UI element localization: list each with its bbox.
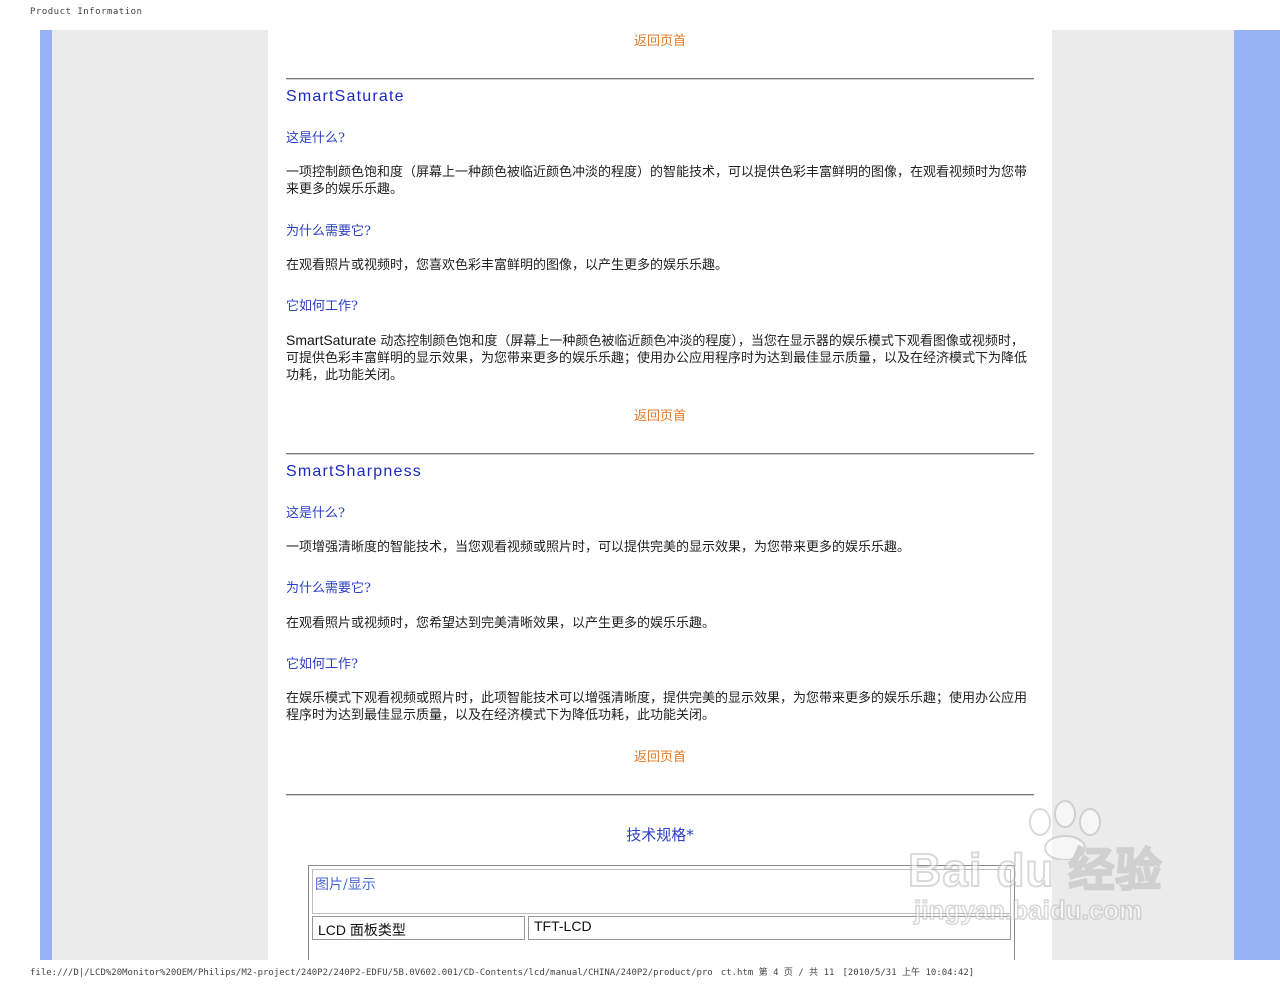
question-how: 它如何工作?: [286, 299, 358, 314]
answer-why: 在观看照片或视频时，您希望达到完美清晰效果，以产生更多的娱乐乐趣。: [286, 616, 716, 631]
specs-table: 图片/显示 LCD 面板类型 TFT-LCD: [308, 865, 1015, 960]
footer-page: ct.htm 第 4 页 / 共 11: [720, 968, 835, 978]
print-footer: file:///D|/LCD%20Monitor%20OEM/Philips/M…: [30, 965, 982, 978]
spec-row-label: LCD 面板类型: [312, 916, 525, 940]
print-header: Product Information: [30, 7, 143, 17]
left-blue-bar: [40, 30, 52, 960]
answer-how-term: SmartSaturate: [286, 332, 377, 348]
specs-group-header: 图片/显示: [312, 869, 1011, 914]
footer-path: file:///D|/LCD%20Monitor%20OEM/Philips/M…: [30, 968, 713, 978]
section-divider: [286, 794, 1034, 796]
question-how: 它如何工作?: [286, 657, 358, 672]
section-divider: [286, 78, 1034, 80]
specs-title: 技术规格*: [626, 826, 694, 844]
question-what: 这是什么?: [286, 131, 345, 146]
spec-row-value: TFT-LCD: [528, 916, 1011, 940]
answer-what: 一项增强清晰度的智能技术，当您观看视频或照片时，可以提供完美的显示效果，为您带来…: [286, 540, 911, 555]
section-title-smartsaturate: SmartSaturate: [286, 88, 405, 105]
answer-how: 在娱乐模式下观看视频或照片时，此项智能技术可以增强清晰度，提供完美的显示效果，为…: [286, 691, 1028, 723]
question-what: 这是什么?: [286, 506, 345, 521]
section-title-smartsharpness: SmartSharpness: [286, 463, 422, 480]
answer-what: 一项控制颜色饱和度（屏幕上一种颜色被临近颜色冲淡的程度）的智能技术，可以提供色彩…: [286, 165, 1028, 197]
document-content: 返回页首 SmartSaturate 这是什么? 一项控制颜色饱和度（屏幕上一种…: [268, 30, 1052, 960]
question-why: 为什么需要它?: [286, 581, 371, 596]
footer-timestamp: [2010/5/31 上午 10:04:42]: [842, 968, 975, 978]
right-blue-bar: [1234, 30, 1280, 960]
answer-how: SmartSaturate 动态控制颜色饱和度（屏幕上一种颜色被临近颜色冲淡的程…: [286, 332, 1034, 384]
right-gray-margin: [1052, 30, 1234, 960]
answer-how-text: 动态控制颜色饱和度（屏幕上一种颜色被临近颜色冲淡的程度），当您在显示器的娱乐模式…: [286, 334, 1028, 383]
left-gray-margin: [52, 30, 268, 960]
return-to-top-link[interactable]: 返回页首: [286, 405, 1034, 424]
return-to-top-link[interactable]: 返回页首: [286, 30, 1034, 49]
section-divider: [286, 453, 1034, 455]
answer-why: 在观看照片或视频时，您喜欢色彩丰富鲜明的图像，以产生更多的娱乐乐趣。: [286, 258, 729, 273]
question-why: 为什么需要它?: [286, 224, 371, 239]
return-to-top-link[interactable]: 返回页首: [286, 746, 1034, 765]
